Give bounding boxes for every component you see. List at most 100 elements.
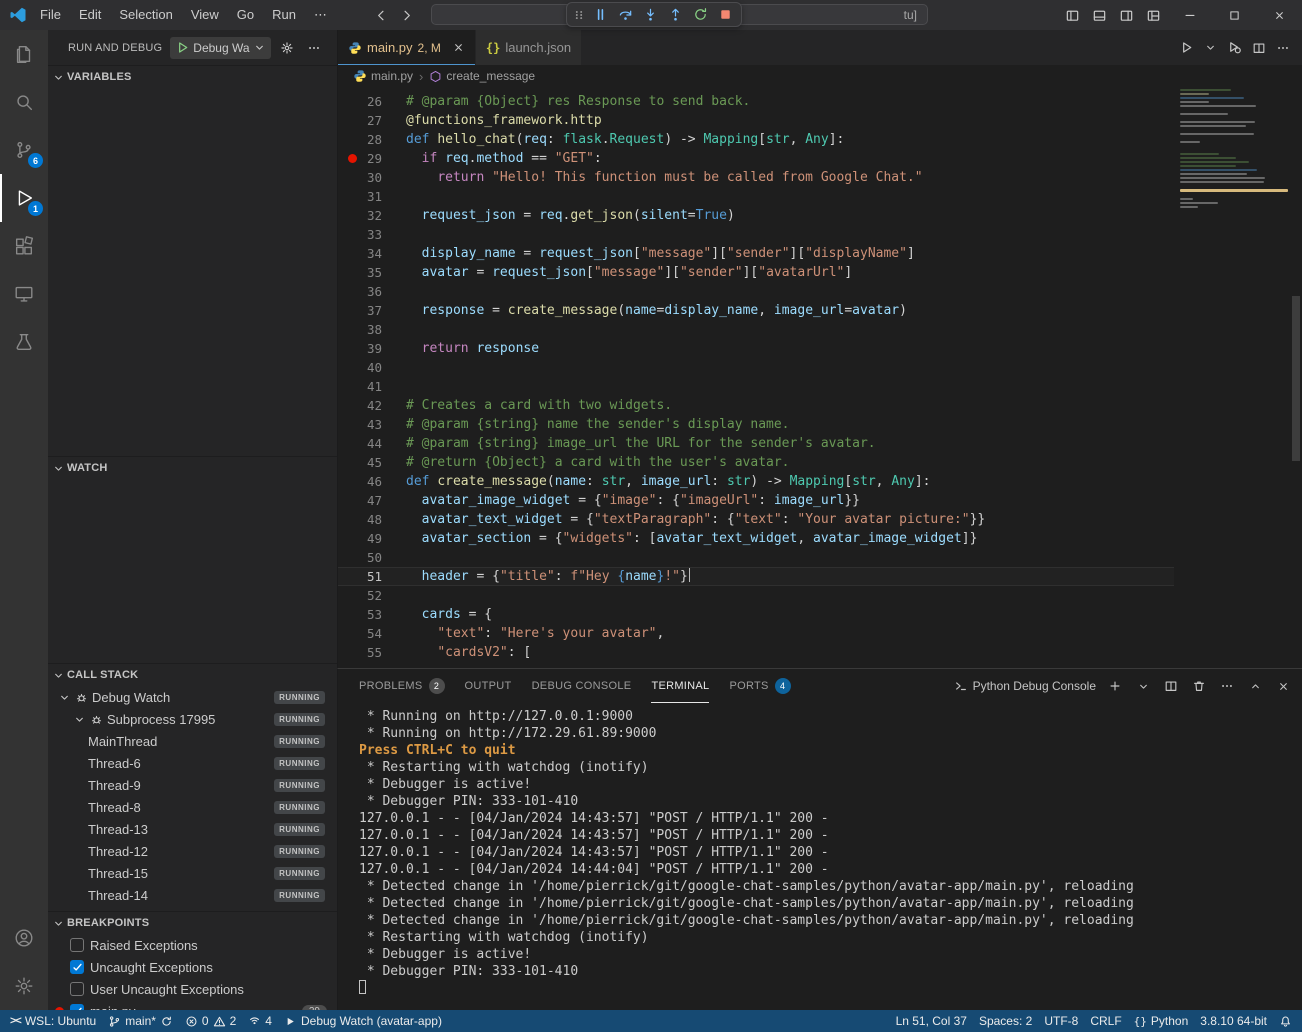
step-out-button[interactable]: [663, 4, 688, 26]
remote-indicator[interactable]: ><WSL: Ubuntu: [4, 1010, 102, 1032]
encoding[interactable]: UTF-8: [1038, 1010, 1084, 1032]
code-line[interactable]: 28def hello_chat(req: flask.Request) -> …: [338, 130, 1174, 149]
go-back-button[interactable]: [374, 8, 389, 23]
toggle-secondary-sidebar-icon[interactable]: [1113, 0, 1140, 30]
code-line[interactable]: 30 return "Hello! This function must be …: [338, 168, 1174, 187]
callstack-item[interactable]: Thread-15RUNNING: [48, 862, 337, 884]
step-over-button[interactable]: [613, 4, 638, 26]
run-python-file-button[interactable]: [1175, 30, 1198, 65]
code-line[interactable]: 40: [338, 358, 1174, 377]
code-line[interactable]: 53 cards = {: [338, 605, 1174, 624]
toolbar-grip-icon[interactable]: [572, 8, 586, 22]
activitybar-testing[interactable]: [0, 318, 48, 366]
callstack-item[interactable]: Thread-12RUNNING: [48, 840, 337, 862]
menu-view[interactable]: View: [182, 0, 228, 30]
new-terminal-button[interactable]: [1106, 675, 1124, 697]
code-line[interactable]: 52: [338, 586, 1174, 605]
terminal-profile-selector[interactable]: Python Debug Console: [954, 679, 1096, 693]
tab-launch-json[interactable]: {}launch.json: [476, 30, 581, 65]
code-line[interactable]: 49 avatar_section = {"widgets": [avatar_…: [338, 529, 1174, 548]
stop-button[interactable]: [713, 4, 738, 26]
indentation[interactable]: Spaces: 2: [973, 1010, 1038, 1032]
code-line[interactable]: 26# @param {Object} res Response to send…: [338, 92, 1174, 111]
kill-terminal-button[interactable]: [1190, 675, 1208, 697]
code-line[interactable]: 39 return response: [338, 339, 1174, 358]
code-line[interactable]: 34 display_name = request_json["message"…: [338, 244, 1174, 263]
breakpoint-checkbox[interactable]: [70, 938, 84, 952]
code-line[interactable]: 54 "text": "Here's your avatar",: [338, 624, 1174, 643]
terminal-dropdown-icon[interactable]: [1134, 675, 1152, 697]
debug-status[interactable]: Debug Watch (avatar-app): [278, 1010, 448, 1032]
menu-file[interactable]: File: [31, 0, 70, 30]
run-dropdown-icon[interactable]: [1200, 30, 1221, 65]
code-line[interactable]: 37 response = create_message(name=displa…: [338, 301, 1174, 320]
breadcrumb-item[interactable]: main.py: [353, 69, 413, 83]
debug-settings-icon[interactable]: [276, 37, 298, 59]
breakpoint-icon[interactable]: [348, 154, 357, 163]
code-line[interactable]: 46def create_message(name: str, image_ur…: [338, 472, 1174, 491]
code-line[interactable]: 43# @param {string} name the sender's di…: [338, 415, 1174, 434]
callstack-item[interactable]: MainThreadRUNNING: [48, 730, 337, 752]
activitybar-settings[interactable]: [0, 962, 48, 1010]
breakpoint-item[interactable]: User Uncaught Exceptions: [48, 978, 337, 1000]
code-line[interactable]: 32 request_json = req.get_json(silent=Tr…: [338, 206, 1174, 225]
variables-header[interactable]: VARIABLES: [48, 66, 337, 88]
breakpoint-item[interactable]: main.py29: [48, 1000, 337, 1010]
eol[interactable]: CRLF: [1084, 1010, 1127, 1032]
restart-button[interactable]: [688, 4, 713, 26]
editor-more-actions[interactable]: [1272, 30, 1294, 65]
close-window-button[interactable]: [1257, 0, 1302, 30]
code-line[interactable]: 35 avatar = request_json["message"]["sen…: [338, 263, 1174, 282]
editor-scrollbar[interactable]: [1292, 296, 1300, 461]
maximize-button[interactable]: [1212, 0, 1257, 30]
cursor-position[interactable]: Ln 51, Col 37: [890, 1010, 973, 1032]
code-line[interactable]: 50: [338, 548, 1174, 567]
views-more-actions-icon[interactable]: [303, 37, 325, 59]
callstack-item[interactable]: Thread-9RUNNING: [48, 774, 337, 796]
panel-tab-terminal[interactable]: TERMINAL: [651, 669, 709, 703]
code-line[interactable]: 31: [338, 187, 1174, 206]
callstack-item[interactable]: Debug WatchRUNNING: [48, 686, 337, 708]
debug-config-dropdown[interactable]: Debug Wa: [170, 37, 270, 59]
go-forward-button[interactable]: [399, 8, 414, 23]
activitybar-remote-explorer[interactable]: [0, 270, 48, 318]
python-interpreter[interactable]: 3.8.10 64-bit: [1194, 1010, 1273, 1032]
code-line[interactable]: 36: [338, 282, 1174, 301]
split-editor-button[interactable]: [1248, 30, 1270, 65]
panel-tab-output[interactable]: OUTPUT: [465, 669, 512, 703]
panel-tab-problems[interactable]: PROBLEMS2: [359, 669, 445, 703]
maximize-panel-icon[interactable]: [1246, 675, 1264, 697]
breakpoint-item[interactable]: Raised Exceptions: [48, 934, 337, 956]
code-editor[interactable]: 26# @param {Object} res Response to send…: [338, 87, 1174, 668]
code-line[interactable]: 55 "cardsV2": [: [338, 643, 1174, 662]
watch-header[interactable]: WATCH: [48, 457, 337, 479]
toggle-sidebar-icon[interactable]: [1059, 0, 1086, 30]
menu-selection[interactable]: Selection: [110, 0, 181, 30]
panel-tab-debug-console[interactable]: DEBUG CONSOLE: [532, 669, 632, 703]
minimize-button[interactable]: [1167, 0, 1212, 30]
code-line[interactable]: 42# Creates a card with two widgets.: [338, 396, 1174, 415]
activitybar-source-control[interactable]: 6: [0, 126, 48, 174]
call-stack-header[interactable]: CALL STACK: [48, 664, 337, 686]
customize-layout-icon[interactable]: [1140, 0, 1167, 30]
callstack-item[interactable]: Thread-14RUNNING: [48, 884, 337, 906]
forwarded-ports[interactable]: 4: [242, 1010, 278, 1032]
activitybar-run-and-debug[interactable]: 1: [0, 174, 48, 222]
activitybar-extensions[interactable]: [0, 222, 48, 270]
activitybar-explorer[interactable]: [0, 30, 48, 78]
activitybar-accounts[interactable]: [0, 914, 48, 962]
menu-run[interactable]: Run: [263, 0, 305, 30]
minimap[interactable]: [1180, 87, 1288, 208]
pause-button[interactable]: [588, 4, 613, 26]
code-line[interactable]: 51 header = {"title": f"Hey {name}!"}: [338, 567, 1174, 586]
tab-main-py[interactable]: main.py2, M: [338, 30, 475, 65]
code-line[interactable]: 33: [338, 225, 1174, 244]
step-into-button[interactable]: [638, 4, 663, 26]
code-line[interactable]: 47 avatar_image_widget = {"image": {"ima…: [338, 491, 1174, 510]
menu-go[interactable]: Go: [228, 0, 263, 30]
chevron-down-icon[interactable]: [73, 713, 86, 726]
terminal-output[interactable]: * Running on http://127.0.0.1:9000 * Run…: [338, 703, 1302, 997]
panel-tab-ports[interactable]: PORTS4: [729, 669, 790, 703]
chevron-down-icon[interactable]: [58, 691, 71, 704]
code-line[interactable]: 29 if req.method == "GET":: [338, 149, 1174, 168]
